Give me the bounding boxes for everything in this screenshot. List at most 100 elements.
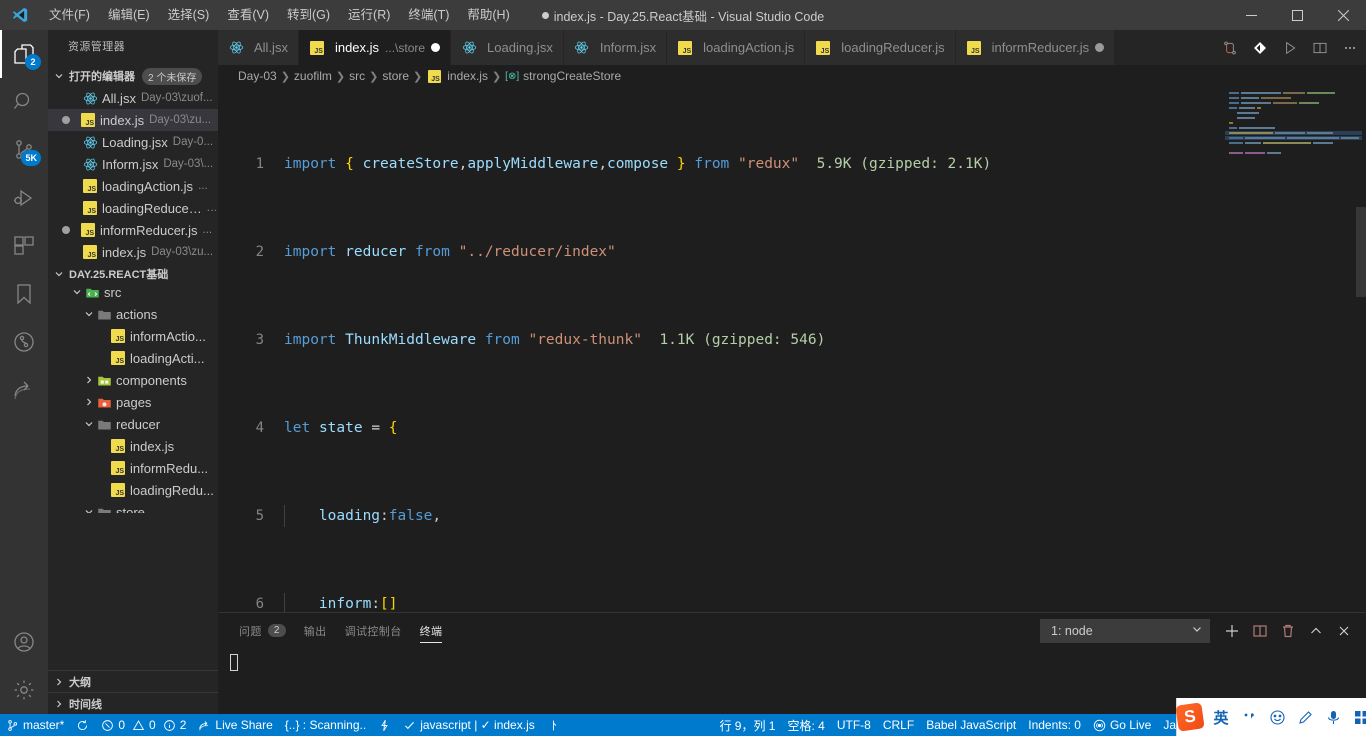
sidebar-item-git-graph[interactable]	[0, 318, 48, 366]
play-icon[interactable]	[1282, 40, 1298, 56]
status-go-live[interactable]: Go Live	[1087, 714, 1157, 736]
status-problems[interactable]: 0 0 2	[95, 714, 192, 736]
ime-punctuation-icon[interactable]	[1239, 706, 1259, 728]
breadcrumb-day-03[interactable]: Day-03	[238, 69, 277, 83]
tab-informreducer-js[interactable]: JS informReducer.js	[955, 30, 1116, 65]
code-scroll-area[interactable]: 1 import { createStore,applyMiddleware,c…	[218, 87, 1225, 612]
ime-toolbox-icon[interactable]	[1351, 706, 1366, 728]
tree-item-src[interactable]: src	[48, 285, 218, 303]
tree-item-informaction[interactable]: JS informActio...	[48, 325, 218, 347]
tab-inform-jsx[interactable]: Inform.jsx	[563, 30, 668, 65]
tab-problems[interactable]: 问题 2	[230, 613, 295, 648]
status-eslint[interactable]: javascript | ✓ index.js	[397, 714, 541, 736]
sidebar-item-search[interactable]	[0, 78, 48, 126]
tab-loadingreducer-js[interactable]: JS loadingReducer.js	[805, 30, 956, 65]
breadcrumb-symbol[interactable]: [⊗] strongCreateStore	[505, 69, 621, 83]
status-scanning[interactable]: {..} : Scanning..	[279, 714, 372, 736]
sidebar-item-source-control[interactable]: 5K	[0, 126, 48, 174]
status-eol[interactable]: CRLF	[877, 714, 920, 736]
tree-item-pages[interactable]: pages	[48, 391, 218, 413]
unsaved-indicator-icon[interactable]	[431, 43, 441, 52]
workspace-folder-header[interactable]: DAY.25.REACT基础	[48, 263, 218, 285]
tree-item-loadingaction[interactable]: JS loadingActi...	[48, 347, 218, 369]
breadcrumb-store[interactable]: store	[382, 69, 409, 83]
menu-terminal[interactable]: 终端(T)	[399, 0, 458, 30]
outline-section-header[interactable]: 大纲	[48, 670, 218, 692]
tab-debug-console[interactable]: 调试控制台	[336, 613, 411, 648]
sogou-logo-icon[interactable]: S	[1175, 698, 1205, 736]
menu-edit[interactable]: 编辑(E)	[99, 0, 159, 30]
tree-item-reducer[interactable]: reducer	[48, 413, 218, 435]
sidebar-item-explorer[interactable]: 2	[0, 30, 48, 78]
tab-all-jsx[interactable]: All.jsx	[218, 30, 299, 65]
minimap[interactable]	[1225, 87, 1366, 612]
tree-item-loadingreducer[interactable]: JS loadingRedu...	[48, 479, 218, 501]
gear-icon[interactable]	[0, 666, 48, 714]
tree-item-reducer-index[interactable]: JS index.js	[48, 435, 218, 457]
list-item[interactable]: JS loadingReducer.js ...	[48, 197, 218, 219]
sidebar-item-share[interactable]	[0, 366, 48, 414]
status-lightning[interactable]	[372, 714, 397, 736]
tab-terminal[interactable]: 终端	[411, 613, 452, 648]
scrollbar-thumb[interactable]	[1356, 207, 1366, 297]
editor-scrollbar[interactable]	[1352, 87, 1366, 612]
status-indentation[interactable]: 空格: 4	[782, 714, 831, 736]
list-item[interactable]: Inform.jsx Day-03\...	[48, 153, 218, 175]
menu-go[interactable]: 转到(G)	[278, 0, 339, 30]
status-indents[interactable]: Indents: 0	[1022, 714, 1087, 736]
status-encoding[interactable]: UTF-8	[831, 714, 877, 736]
menu-file[interactable]: 文件(F)	[40, 0, 99, 30]
status-sync[interactable]	[70, 714, 95, 736]
list-item[interactable]: JS index.js Day-03\zu...	[48, 109, 218, 131]
tree-item-informreducer[interactable]: JS informRedu...	[48, 457, 218, 479]
maximize-panel-button[interactable]	[1302, 617, 1330, 645]
breadcrumb-index-js[interactable]: JS index.js	[426, 68, 488, 84]
list-item[interactable]: Loading.jsx Day-0...	[48, 131, 218, 153]
close-panel-button[interactable]	[1330, 617, 1358, 645]
port-forward-icon[interactable]	[1222, 40, 1238, 56]
minimize-button[interactable]	[1228, 0, 1274, 30]
ime-mode-toggle[interactable]: 英	[1211, 706, 1231, 728]
ime-handwriting-icon[interactable]	[1295, 706, 1315, 728]
new-terminal-button[interactable]	[1218, 617, 1246, 645]
kill-terminal-button[interactable]	[1274, 617, 1302, 645]
status-prettier[interactable]	[541, 714, 566, 736]
menu-run[interactable]: 运行(R)	[339, 0, 399, 30]
close-button[interactable]	[1320, 0, 1366, 30]
ime-emoji-icon[interactable]	[1267, 706, 1287, 728]
accounts-icon[interactable]	[0, 618, 48, 666]
breadcrumb-zuofilm[interactable]: zuofilm	[294, 69, 332, 83]
tree-item-actions[interactable]: actions	[48, 303, 218, 325]
git-compare-icon[interactable]	[1252, 40, 1268, 56]
menu-help[interactable]: 帮助(H)	[458, 0, 518, 30]
terminal-selector[interactable]: 1: node	[1040, 618, 1210, 643]
split-editor-icon[interactable]	[1312, 40, 1328, 56]
tree-item-store[interactable]: store	[48, 501, 218, 513]
list-item[interactable]: JS loadingAction.js ...	[48, 175, 218, 197]
status-cursor-position[interactable]: 行 9，列 1	[713, 714, 781, 736]
status-branch[interactable]: master*	[0, 714, 70, 736]
sidebar-item-extensions[interactable]	[0, 222, 48, 270]
ellipsis-icon[interactable]	[1342, 40, 1358, 56]
tab-loadingaction-js[interactable]: JS loadingAction.js	[667, 30, 806, 65]
menu-view[interactable]: 查看(V)	[218, 0, 278, 30]
menu-selection[interactable]: 选择(S)	[159, 0, 219, 30]
tab-index-js[interactable]: JS index.js ...\store	[298, 30, 452, 65]
breadcrumb-src[interactable]: src	[349, 69, 365, 83]
status-live-share[interactable]: Live Share	[192, 714, 278, 736]
tree-item-components[interactable]: components	[48, 369, 218, 391]
code-editor[interactable]: 1 import { createStore,applyMiddleware,c…	[218, 87, 1366, 612]
list-item[interactable]: JS index.js Day-03\zu...	[48, 241, 218, 263]
tab-output[interactable]: 输出	[295, 613, 336, 648]
list-item[interactable]: All.jsx Day-03\zuof...	[48, 87, 218, 109]
ime-voice-icon[interactable]	[1323, 706, 1343, 728]
open-editors-header[interactable]: 打开的编辑器 2 个未保存	[48, 65, 218, 87]
sidebar-item-bookmarks[interactable]	[0, 270, 48, 318]
list-item[interactable]: JS informReducer.js ...	[48, 219, 218, 241]
split-terminal-button[interactable]	[1246, 617, 1274, 645]
status-language-mode[interactable]: Babel JavaScript	[920, 714, 1022, 736]
maximize-button[interactable]	[1274, 0, 1320, 30]
unsaved-indicator-icon[interactable]	[1095, 43, 1105, 52]
tab-loading-jsx[interactable]: Loading.jsx	[451, 30, 564, 65]
timeline-section-header[interactable]: 时间线	[48, 692, 218, 714]
